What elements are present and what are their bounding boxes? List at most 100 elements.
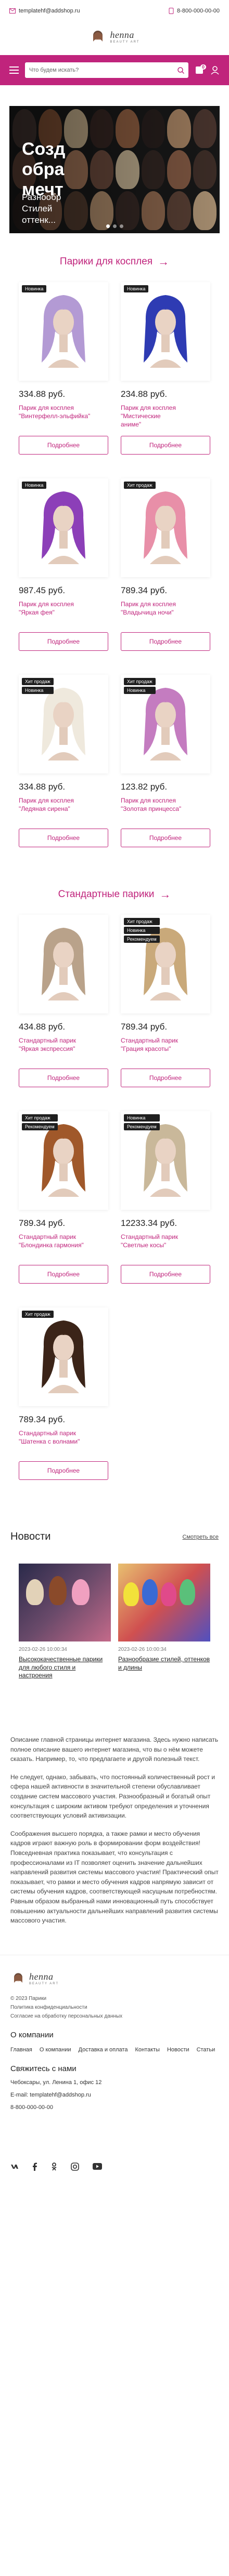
odnoklassniki-icon[interactable] [51,2162,57,2171]
facebook-icon[interactable] [32,2163,37,2171]
product-card[interactable]: Хит продаж Новинка 334.88 руб. Парик для ко… [19,675,108,857]
product-price: 789.34 руб. [121,1022,168,1032]
wig-image [144,491,187,564]
product-image[interactable]: Хит продаж [121,478,210,577]
product-badge: Новинка [124,687,156,694]
product-badge: Новинка [22,687,54,694]
news-all-link[interactable]: Смотреть все [183,1534,219,1540]
product-image[interactable]: Хит продаж Рекомендуем [19,1111,108,1210]
product-card[interactable]: Новинка 234.88 руб. Парик для косплея "Мис… [121,282,210,464]
news-card[interactable]: 2023-02-26 10:00:34 Высококачественные п… [19,1564,111,1679]
hero-dot[interactable] [106,224,110,228]
details-button[interactable]: Подробнее [121,1265,210,1284]
product-badge: Новинка [22,285,47,292]
product-name[interactable]: Парик для косплея "Яркая фея" [19,600,108,617]
search-icon[interactable] [177,66,184,74]
product-name[interactable]: Стандартный парик "Светлые косы" [121,1233,210,1249]
top-phone[interactable]: 8-800-000-00-00 [169,8,220,14]
news-item-title[interactable]: Разнообразие стилей, оттенков и длины [118,1656,210,1672]
footer-menu-item[interactable]: Статьи [197,2047,215,2053]
product-card[interactable]: 434.88 руб. Стандартный парик "Яркая эксп… [19,915,108,1097]
product-image[interactable]: Хит продаж [19,1307,108,1406]
details-button[interactable]: Подробнее [121,829,210,847]
footer-menu-item[interactable]: Контакты [135,2047,160,2053]
about-paragraph: Описание главной страницы интернет магаз… [10,1736,219,1763]
product-name[interactable]: Парик для косплея "Золотая принцесса" [121,796,210,813]
mail-icon [9,8,16,14]
logo-name: henna [110,30,134,40]
social-links [10,2162,219,2171]
cart-icon[interactable]: 0 [195,64,206,75]
footer-menu-item[interactable]: Новости [167,2047,189,2053]
product-name[interactable]: Стандартный парик "Яркая экспрессия" [19,1036,108,1053]
product-name[interactable]: Парик для косплея "Владычица ночи" [121,600,210,617]
hero-banner[interactable]: Созд обра мечт Разнообр Стилей оттенк... [9,106,220,233]
product-card[interactable]: Хит продаж Рекомендуем 789.34 руб. Стандарт… [19,1111,108,1293]
section-cosplay-title[interactable]: Парики для косплея → [0,255,229,269]
hero-dot[interactable] [119,224,123,228]
phone-icon [169,8,174,14]
about-paragraph: Не следует, однако, забывать, что постоя… [10,1773,215,1820]
menu-icon[interactable] [9,66,19,74]
details-button[interactable]: Подробнее [19,829,108,847]
product-image[interactable] [19,915,108,1013]
product-card[interactable]: Новинка Рекомендуем 12233.34 руб. Стандартн… [121,1111,210,1293]
about-text: Описание главной страницы интернет магаз… [0,1735,229,1926]
product-card[interactable]: Новинка 334.88 руб. Парик для косплея "Вин… [19,282,108,464]
product-name[interactable]: Парик для косплея "Винтерфелл-эльфийка" [19,404,108,420]
product-image[interactable]: Новинка [121,282,210,381]
product-image[interactable]: Новинка [19,282,108,381]
vk-icon[interactable] [10,2164,19,2170]
footer-copyright: © 2023 Парики [10,1995,47,2001]
instagram-icon[interactable] [71,2162,79,2171]
product-card[interactable]: Новинка 987.45 руб. Парик для косплея "Ярк… [19,478,108,660]
standard-products: 434.88 руб. Стандартный парик "Яркая эксп… [0,901,229,1489]
product-card[interactable]: Хит продаж Новинка Рекомендуем 789.34 руб. С… [121,915,210,1097]
wig-image [42,1320,85,1393]
footer-policy-link[interactable]: Политика конфиденциальности [10,2005,219,2010]
footer-logo[interactable]: henna BEAUTY ART [10,1971,219,1986]
news-item-title[interactable]: Высококачественные парики для любого сти… [19,1656,111,1680]
product-name[interactable]: Стандартный парик "Шатенка с волнами" [19,1429,108,1446]
cart-count: 0 [200,64,206,70]
details-button[interactable]: Подробнее [121,436,210,455]
details-button[interactable]: Подробнее [19,1265,108,1284]
product-price: 434.88 руб. [19,1022,66,1032]
product-card[interactable]: Хит продаж 789.34 руб. Парик для косплея "… [121,478,210,660]
product-image[interactable]: Новинка [19,478,108,577]
product-card[interactable]: Хит продаж Новинка 123.82 руб. Парик для ко… [121,675,210,857]
section-standard-title[interactable]: Стандартные парики → [0,888,229,901]
news-date: 2023-02-26 10:00:34 [118,1647,167,1652]
product-name[interactable]: Парик для косплея "Мистические аниме" [121,404,210,429]
footer-menu-item[interactable]: О компании [40,2047,71,2053]
product-image[interactable]: Новинка Рекомендуем [121,1111,210,1210]
search-input[interactable]: Что будем искать? [25,62,188,78]
footer-phone[interactable]: 8-800-000-00-00 [10,2104,219,2111]
product-image[interactable]: Хит продаж Новинка Рекомендуем [121,915,210,1013]
product-price: 334.88 руб. [19,389,66,399]
footer-menu-item[interactable]: Главная [10,2047,32,2053]
news-card[interactable]: 2023-02-26 10:00:34 Разнообразие стилей,… [118,1564,210,1673]
product-name[interactable]: Стандартный парик "Грация красоты" [121,1036,210,1053]
product-name[interactable]: Стандартный парик "Блондинка гармония" [19,1233,108,1249]
hero-dot[interactable] [112,224,117,228]
product-card[interactable]: Хит продаж 789.34 руб. Стандартный парик "… [19,1307,108,1489]
youtube-icon[interactable] [93,2163,102,2170]
user-icon[interactable] [210,65,220,75]
details-button[interactable]: Подробнее [19,1461,108,1480]
wig-image [42,928,85,1000]
details-button[interactable]: Подробнее [121,1069,210,1087]
details-button[interactable]: Подробнее [19,1069,108,1087]
footer-email[interactable]: E-mail: templatehf@addshop.ru [10,2092,219,2098]
footer-consent-link[interactable]: Согласие на обработку персональных данны… [10,2013,219,2019]
product-image[interactable]: Хит продаж Новинка [121,675,210,773]
details-button[interactable]: Подробнее [19,632,108,651]
details-button[interactable]: Подробнее [121,632,210,651]
product-name[interactable]: Парик для косплея "Ледяная сирена" [19,796,108,813]
product-image[interactable]: Хит продаж Новинка [19,675,108,773]
details-button[interactable]: Подробнее [19,436,108,455]
footer-menu-item[interactable]: Доставка и оплата [79,2047,128,2053]
footer-contact-title: Свяжитесь с нами [10,2064,77,2073]
top-email[interactable]: templatehf@addshop.ru [9,8,80,14]
site-logo[interactable]: henna BEAUTY ART [89,28,139,46]
